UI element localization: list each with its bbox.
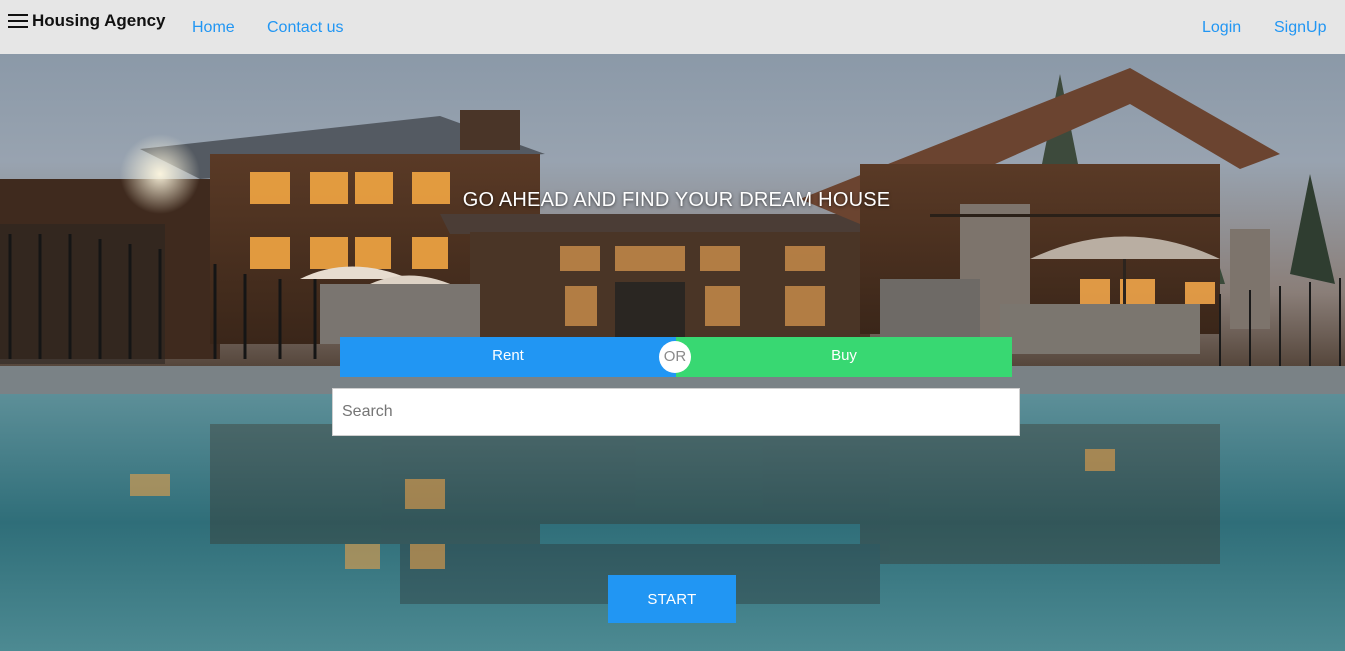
start-button[interactable]: START [608, 575, 736, 623]
rent-toggle-button[interactable]: Rent [340, 337, 676, 377]
buy-toggle-button[interactable]: Buy [676, 337, 1012, 377]
nav-link-home[interactable]: Home [192, 18, 235, 38]
hero-headline: GO AHEAD AND FIND YOUR DREAM HOUSE [462, 189, 891, 211]
or-separator-badge: OR [659, 341, 691, 373]
hamburger-menu-icon[interactable] [8, 13, 28, 29]
nav-link-contact[interactable]: Contact us [267, 18, 343, 38]
hero-section: GO AHEAD AND FIND YOUR DREAM HOUSE Rent … [0, 54, 1345, 651]
brand-title[interactable]: Housing Agency [32, 11, 166, 31]
top-navbar: Housing Agency Home Contact us Login Sig… [0, 0, 1345, 54]
search-input[interactable] [332, 388, 1020, 436]
nav-link-login[interactable]: Login [1202, 18, 1241, 38]
nav-link-signup[interactable]: SignUp [1274, 18, 1326, 38]
